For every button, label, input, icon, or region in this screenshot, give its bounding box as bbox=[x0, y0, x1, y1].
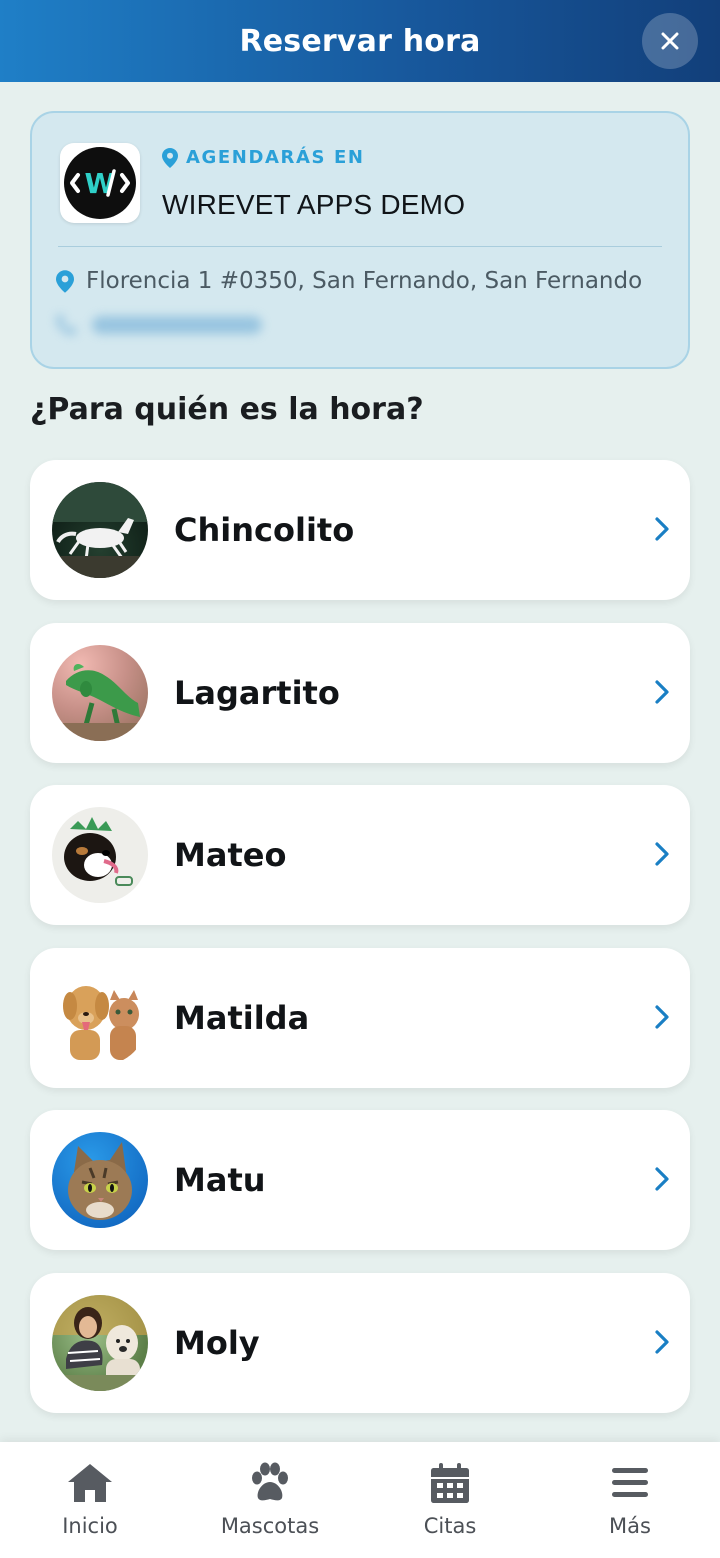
pet-avatar bbox=[52, 482, 148, 578]
clinic-card: W AGENDARÁS EN WIREVET APPS DEMO Florenc… bbox=[30, 111, 690, 369]
section-heading: ¿Para quién es la hora? bbox=[30, 392, 424, 427]
divider bbox=[58, 246, 662, 247]
wirevet-logo-icon: W bbox=[70, 167, 130, 200]
chevron-right-icon bbox=[655, 517, 669, 541]
tab-label: Más bbox=[609, 1514, 651, 1538]
chevron-right-icon bbox=[655, 679, 669, 704]
pet-name: Chincolito bbox=[174, 511, 355, 549]
pet-avatar bbox=[52, 969, 148, 1066]
tab-mas[interactable]: Más bbox=[540, 1442, 720, 1558]
close-button[interactable] bbox=[642, 13, 698, 69]
bottom-tab-bar: Inicio Mascotas Citas Más bbox=[0, 1442, 720, 1558]
address-text: Florencia 1 #0350, San Fernando, San Fer… bbox=[86, 268, 643, 294]
tab-label: Mascotas bbox=[220, 1514, 320, 1538]
tab-citas[interactable]: Citas bbox=[360, 1442, 540, 1558]
pet-avatar bbox=[52, 1132, 148, 1228]
chevron-right-icon bbox=[655, 1004, 669, 1029]
schedule-at-label: AGENDARÁS EN bbox=[162, 147, 365, 168]
chevron-right-icon bbox=[655, 1167, 669, 1191]
pet-avatar bbox=[52, 1294, 148, 1391]
pet-avatar bbox=[52, 644, 148, 741]
pet-list-item[interactable]: Mateo bbox=[30, 785, 690, 925]
calendar-icon bbox=[431, 1463, 469, 1503]
close-icon bbox=[661, 32, 679, 50]
pet-name: Matu bbox=[174, 1161, 266, 1199]
tab-mascotas[interactable]: Mascotas bbox=[180, 1442, 360, 1558]
tab-label: Citas bbox=[423, 1514, 477, 1538]
pet-name: Moly bbox=[174, 1323, 260, 1362]
pet-avatar bbox=[52, 807, 148, 903]
home-icon bbox=[68, 1464, 112, 1502]
pet-list-item[interactable]: Moly bbox=[30, 1272, 690, 1413]
phone-icon bbox=[56, 315, 76, 335]
location-pin-icon bbox=[162, 147, 178, 168]
pet-list-item[interactable]: Matilda bbox=[30, 947, 690, 1088]
pet-name: Lagartito bbox=[174, 673, 340, 712]
chevron-right-icon bbox=[655, 842, 669, 866]
clinic-address: Florencia 1 #0350, San Fernando, San Fer… bbox=[56, 268, 642, 294]
page-title: Reservar hora bbox=[239, 23, 481, 59]
pet-list: Chincolito Lagartito Mateo Matilda Matu … bbox=[30, 460, 690, 1435]
pet-list-item[interactable]: Matu bbox=[30, 1110, 690, 1250]
tab-label: Inicio bbox=[62, 1514, 118, 1538]
pet-list-item[interactable]: Lagartito bbox=[30, 622, 690, 763]
menu-icon bbox=[612, 1468, 648, 1497]
chevron-right-icon bbox=[655, 1329, 669, 1354]
app-header: Reservar hora bbox=[0, 0, 720, 82]
schedule-at-text: AGENDARÁS EN bbox=[186, 147, 365, 168]
clinic-name: WIREVET APPS DEMO bbox=[162, 189, 466, 220]
tab-inicio[interactable]: Inicio bbox=[0, 1442, 180, 1558]
clinic-logo: W bbox=[60, 143, 140, 223]
pet-name: Matilda bbox=[174, 998, 310, 1037]
pet-name: Mateo bbox=[174, 836, 287, 874]
pet-list-item[interactable]: Chincolito bbox=[30, 460, 690, 600]
paw-icon bbox=[252, 1462, 288, 1501]
location-pin-icon bbox=[56, 269, 74, 293]
clinic-phone-redacted bbox=[54, 313, 262, 337]
